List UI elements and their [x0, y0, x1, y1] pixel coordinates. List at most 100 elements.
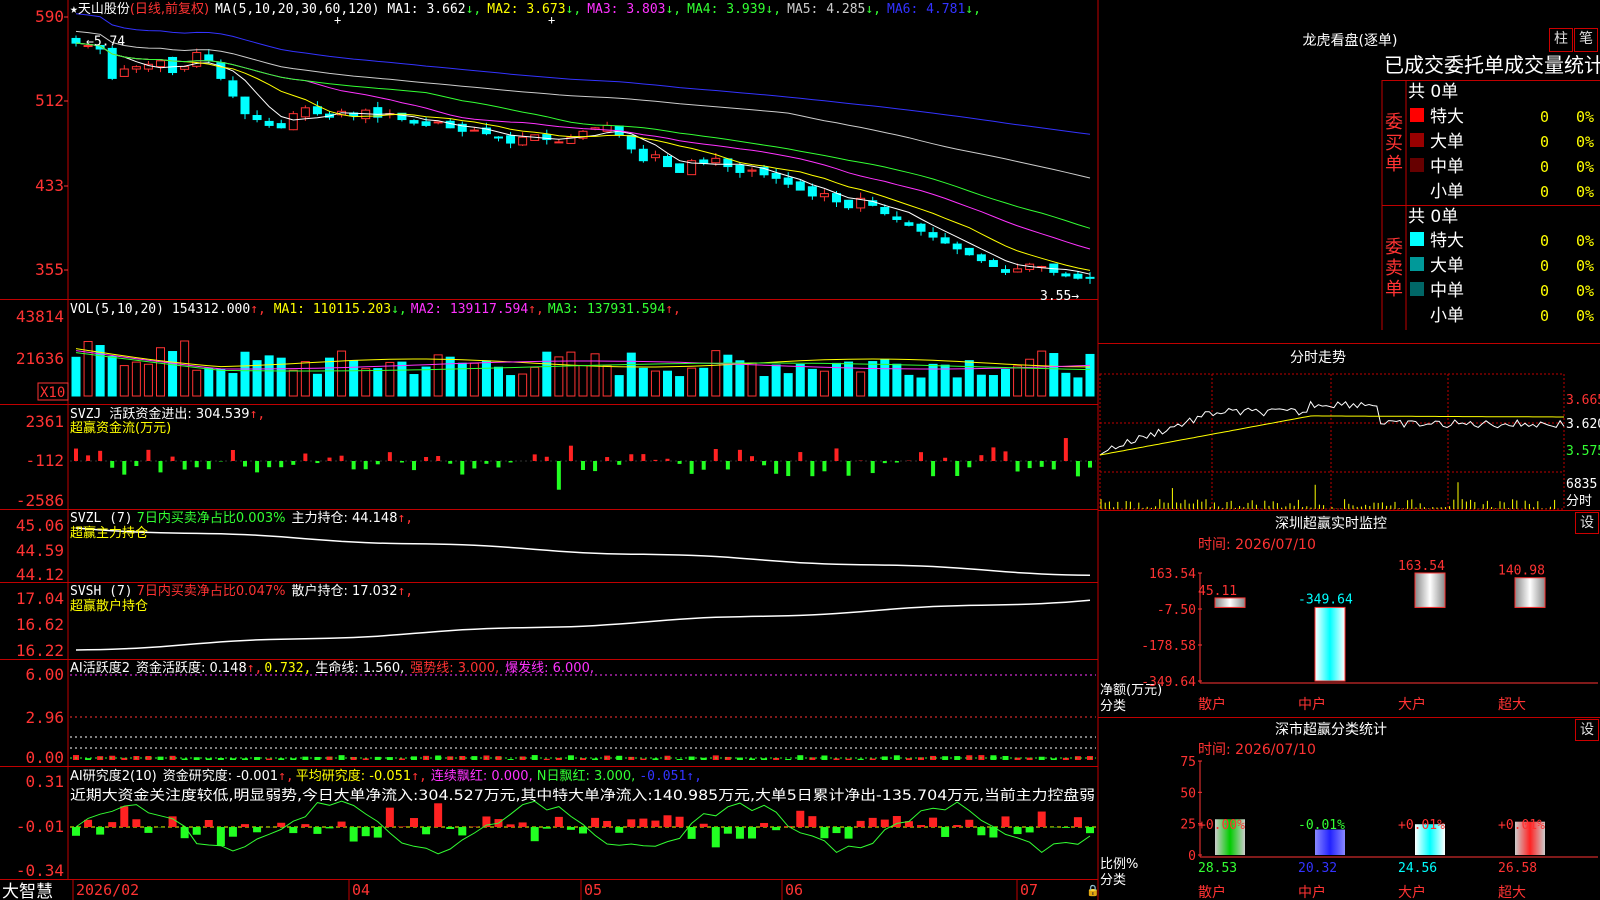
- flow-bar: [363, 461, 368, 470]
- intraday-average: [1099, 415, 1564, 456]
- sell-total: 共 0单: [1408, 207, 1458, 227]
- intraday-panel[interactable]: 分时走势 3.665 3.620 3.575 6835 分时: [1099, 350, 1600, 510]
- row-pct: 0%: [1576, 257, 1594, 275]
- research-bar: [192, 827, 201, 835]
- ma-line: [75, 42, 1091, 271]
- row-count: 0: [1540, 282, 1549, 300]
- svg-text:6.00: 6.00: [25, 665, 64, 684]
- volume-bar: [663, 370, 672, 397]
- buy-total: 共 0单: [1408, 82, 1458, 102]
- tick-mode-button[interactable]: 笔: [1574, 28, 1598, 52]
- candle-body: [1061, 273, 1071, 277]
- candle-body: [1013, 268, 1023, 273]
- value-label: 28.53: [1198, 861, 1237, 876]
- flow-bar: [979, 455, 984, 461]
- column-mode-button[interactable]: 柱: [1549, 28, 1573, 52]
- candle-body: [832, 193, 841, 203]
- row-pct: 0%: [1576, 183, 1594, 201]
- side-char: 单: [1385, 154, 1403, 175]
- row-swatch: [1410, 108, 1424, 122]
- flow-bar: [1051, 461, 1056, 470]
- research-bar: [385, 807, 394, 827]
- candlestick-chart[interactable]: [71, 35, 1095, 284]
- volume-bars[interactable]: [71, 340, 1095, 397]
- flow-bar: [1039, 461, 1044, 467]
- row-name: 中单: [1430, 281, 1464, 301]
- volume-bar: [131, 361, 141, 397]
- volume-bar: [337, 350, 347, 397]
- flow-bar: [206, 461, 211, 470]
- ai3-commentary: 近期大资金关注度较低,明显弱势,今日大单净流入:304.527万元,其中特大单净…: [70, 787, 1095, 804]
- flow-bar: [460, 461, 465, 475]
- candle-body: [494, 136, 503, 139]
- svsh-y-axis: 17.04 16.62 16.22: [16, 589, 64, 660]
- research-bar: [627, 819, 636, 827]
- volume-bar: [952, 377, 962, 397]
- activity-bar: [652, 758, 659, 760]
- activity-bar: [761, 758, 768, 760]
- activity-bar: [785, 758, 792, 760]
- flow-bar: [568, 445, 573, 461]
- flow-bar: [291, 461, 296, 465]
- svg-text:45.06: 45.06: [16, 516, 64, 535]
- lock-icon: 🔒: [1086, 884, 1100, 897]
- ma-item: MA6: 4.781: [887, 2, 965, 17]
- volume-bar: [1073, 377, 1083, 397]
- research-bar: [796, 810, 805, 827]
- flow-bar: [689, 461, 694, 474]
- flow-bar: [991, 447, 996, 461]
- research-bar: [72, 827, 80, 836]
- svg-text:2.96: 2.96: [25, 708, 64, 727]
- svg-text:16.62: 16.62: [16, 615, 64, 634]
- flow-bar: [375, 461, 380, 465]
- candle-body: [71, 37, 81, 44]
- volume-bar: [1061, 372, 1071, 397]
- intraday-price-line: [1099, 400, 1565, 456]
- sz-classify-time: 时间: 2026/07/10: [1198, 742, 1316, 758]
- activity-bar: [362, 758, 369, 760]
- research-bars[interactable]: [70, 800, 1096, 855]
- activity-bar: [676, 758, 683, 760]
- candle-body: [626, 134, 636, 150]
- flow-bar: [303, 453, 308, 461]
- flow-bar: [737, 449, 742, 461]
- sz-monitor-bars[interactable]: 163.54-7.50-178.58-349.6445.11散户-349.64中…: [1141, 559, 1598, 713]
- row-swatch: [1410, 232, 1424, 246]
- sz-classify-settings-button[interactable]: 设: [1575, 719, 1599, 741]
- svg-text:6835: 6835: [1566, 477, 1597, 492]
- row-name: 中单: [1430, 157, 1464, 177]
- value-label: 26.58: [1498, 861, 1537, 876]
- flow-bar: [255, 461, 260, 473]
- flow-bar: [943, 457, 948, 461]
- volume-bar: [723, 354, 733, 397]
- y-tick: -178.58: [1141, 639, 1196, 654]
- svg-text:3.620: 3.620: [1566, 417, 1600, 432]
- flow-bar: [496, 461, 501, 468]
- flow-bar: [412, 461, 416, 471]
- sz-classify-bars[interactable]: 75 50 25 0 +0.00% 28.53 散户 -0.01% 20.32 中户 +0.01% 2…: [1180, 755, 1598, 900]
- volume-bar: [168, 351, 178, 397]
- svg-text:44.59: 44.59: [16, 541, 64, 560]
- volume-bar: [445, 356, 455, 397]
- category-label: 超大: [1498, 885, 1526, 900]
- volume-bar: [650, 370, 660, 397]
- volume-bar: [71, 356, 81, 397]
- flow-bar: [894, 461, 899, 463]
- volume-bar: [1013, 365, 1023, 397]
- main-holding-line[interactable]: [75, 527, 1091, 577]
- volume-bar: [687, 367, 697, 397]
- svzj-y-axis: 2361 -112 -2586: [16, 412, 64, 510]
- retail-holding-line[interactable]: [75, 599, 1091, 651]
- y-tick: -7.50: [1157, 603, 1196, 618]
- fund-flow-bars[interactable]: [70, 438, 1096, 490]
- volume-bar: [735, 360, 745, 397]
- flow-bar: [472, 461, 477, 469]
- ma-item: MA1: 3.662: [387, 2, 465, 17]
- research-bar: [361, 827, 370, 837]
- y-tick: -112: [25, 451, 64, 470]
- value-label: -349.64: [1298, 592, 1353, 607]
- flow-bar: [931, 461, 936, 477]
- holding-line: [75, 527, 1091, 577]
- flow-bar: [315, 461, 320, 464]
- sz-monitor-settings-button[interactable]: 设: [1575, 512, 1599, 534]
